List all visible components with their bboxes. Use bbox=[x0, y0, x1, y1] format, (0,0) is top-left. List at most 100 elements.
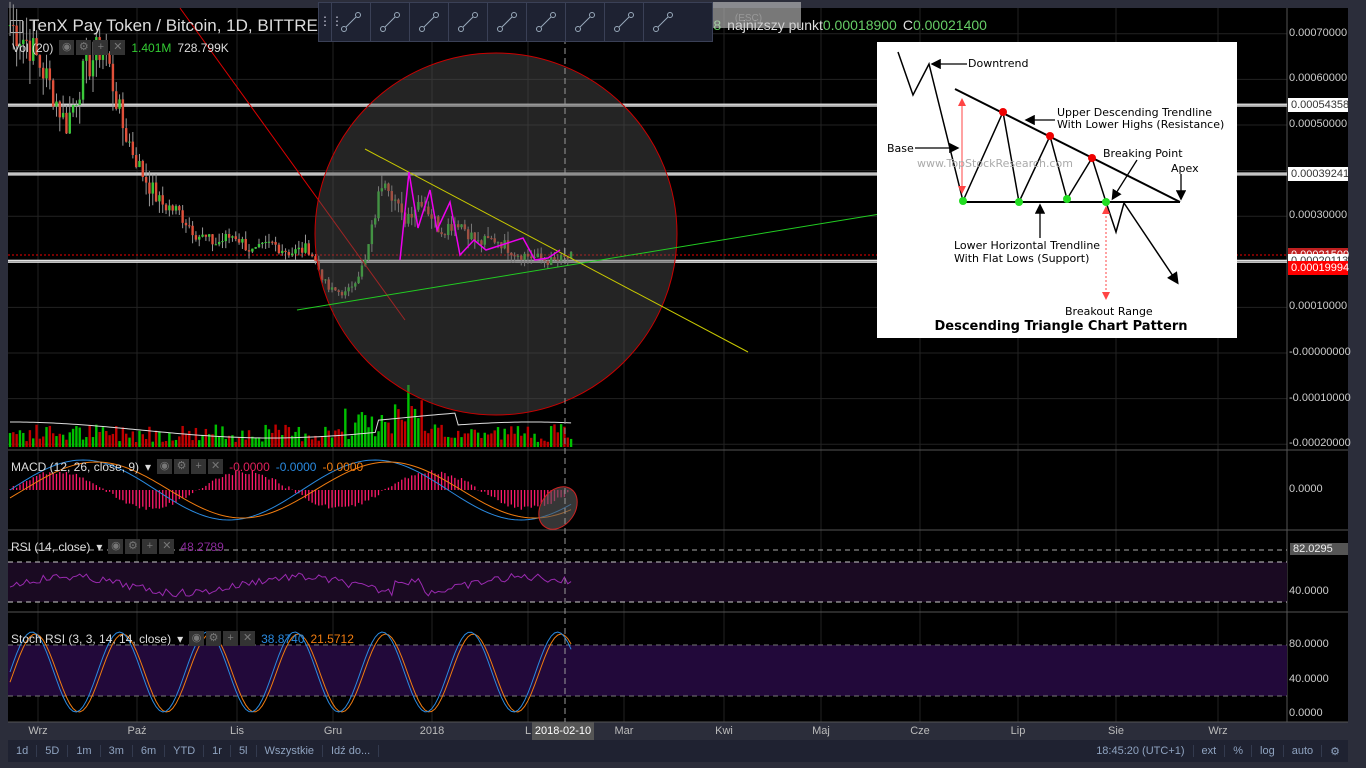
volume-bar bbox=[181, 425, 184, 447]
scale-option-button[interactable]: auto bbox=[1284, 745, 1323, 757]
gear-icon[interactable]: ⚙ bbox=[125, 539, 141, 554]
volume-bar bbox=[61, 434, 65, 447]
plus-icon[interactable]: + bbox=[191, 459, 207, 474]
chevron-down-icon[interactable]: ▾ bbox=[177, 632, 183, 646]
volume-bar bbox=[118, 441, 121, 447]
volume-bar bbox=[536, 441, 540, 447]
volume-bar bbox=[533, 433, 536, 447]
volume-bar bbox=[503, 428, 506, 447]
close-icon[interactable]: ✕ bbox=[208, 459, 224, 474]
volume-bar bbox=[58, 433, 61, 447]
volume-bar bbox=[300, 441, 304, 447]
volume-bar bbox=[294, 431, 297, 447]
scrollbar bbox=[1348, 0, 1366, 768]
drag-handle-icon[interactable]: ⋮⋮ bbox=[319, 3, 343, 41]
elliott-12345-icon[interactable] bbox=[487, 3, 526, 41]
range-button[interactable]: 3m bbox=[101, 745, 133, 757]
range-button[interactable]: 1d bbox=[8, 745, 38, 757]
time-axis-label: Lip bbox=[1010, 725, 1026, 737]
chevron-down-icon[interactable]: ▾ bbox=[145, 460, 151, 474]
label-breaking: Breaking Point bbox=[1103, 147, 1183, 160]
time-axis-label: Paź bbox=[127, 725, 147, 737]
label-lower-1: Lower Horizontal Trendline bbox=[954, 239, 1100, 252]
range-button[interactable]: 5D bbox=[37, 745, 69, 757]
candle-up bbox=[221, 241, 224, 243]
stoch-d-value: 21.5712 bbox=[310, 631, 354, 646]
pattern-icon[interactable] bbox=[370, 3, 409, 41]
volume-bar bbox=[121, 427, 125, 447]
volume-bar bbox=[65, 439, 68, 447]
range-button[interactable]: YTD bbox=[165, 745, 205, 757]
symbol-title[interactable]: TenX Pay Token / Bitcoin, 1D, BITTREX bbox=[10, 16, 329, 36]
candle-up bbox=[281, 250, 284, 254]
settings-gear-icon[interactable]: ⚙ bbox=[1322, 745, 1348, 758]
macd-hist-value: -0.0000 bbox=[229, 459, 270, 474]
price-axis-label: 0.00030000 bbox=[1289, 209, 1348, 222]
candle-down bbox=[284, 250, 287, 253]
plus-icon[interactable]: + bbox=[223, 631, 239, 646]
volume-bar bbox=[144, 438, 148, 447]
range-button[interactable]: Wszystkie bbox=[257, 745, 323, 757]
eye-icon[interactable]: ◉ bbox=[59, 40, 75, 55]
volume-bar bbox=[430, 428, 433, 447]
macd-label[interactable]: MACD (12, 26, close, 9) bbox=[11, 460, 139, 474]
volume-bar bbox=[85, 437, 88, 447]
volume-bar bbox=[320, 436, 324, 447]
volume-bar bbox=[194, 427, 198, 447]
volume-bar bbox=[334, 430, 337, 447]
volume-bar bbox=[370, 416, 374, 447]
volume-bar bbox=[188, 430, 191, 447]
gear-icon[interactable]: ⚙ bbox=[206, 631, 222, 646]
scale-option-button[interactable]: ext bbox=[1194, 745, 1226, 757]
eye-icon[interactable]: ◉ bbox=[189, 631, 205, 646]
horizontal-line-icon[interactable] bbox=[448, 3, 487, 41]
candle-down bbox=[164, 204, 168, 211]
label-lower-2: With Flat Lows (Support) bbox=[954, 252, 1089, 265]
scale-option-button[interactable]: % bbox=[1225, 745, 1253, 757]
range-button[interactable]: 1r bbox=[204, 745, 231, 757]
volume-label[interactable]: Vol (20) bbox=[12, 41, 53, 55]
volume-bar bbox=[254, 437, 257, 447]
callout-icon[interactable] bbox=[565, 3, 604, 41]
close-icon[interactable]: ✕ bbox=[110, 40, 126, 55]
candle-up bbox=[128, 141, 131, 143]
scale-option-button[interactable]: log bbox=[1252, 745, 1284, 757]
range-button[interactable]: 5l bbox=[231, 745, 257, 757]
range-button[interactable]: 1m bbox=[68, 745, 101, 757]
stoch-axis-label: 0.0000 bbox=[1289, 707, 1323, 719]
fib-icon[interactable] bbox=[409, 3, 448, 41]
volume-bar bbox=[234, 441, 237, 447]
candle-down bbox=[115, 91, 118, 109]
eye-icon[interactable]: ◉ bbox=[157, 459, 173, 474]
plus-icon[interactable]: + bbox=[93, 40, 109, 55]
volume-bar bbox=[420, 400, 423, 447]
volume-bar bbox=[486, 434, 490, 447]
parallel-channel-icon[interactable] bbox=[643, 3, 682, 41]
plus-icon[interactable]: + bbox=[142, 539, 158, 554]
volume-bar bbox=[314, 435, 317, 447]
candle-down bbox=[171, 205, 174, 211]
time-axis-label: Maj bbox=[812, 725, 830, 737]
stoch-label[interactable]: Stoch RSI (3, 3, 14, 14, close) bbox=[11, 632, 171, 646]
gear-icon[interactable]: ⚙ bbox=[174, 459, 190, 474]
close-icon[interactable]: ✕ bbox=[159, 539, 175, 554]
volume-bar bbox=[81, 439, 85, 447]
range-button[interactable]: 6m bbox=[133, 745, 166, 757]
line-icon[interactable] bbox=[604, 3, 643, 41]
candle-up bbox=[151, 182, 154, 194]
candle-up bbox=[55, 101, 58, 107]
eye-icon[interactable]: ◉ bbox=[108, 539, 124, 554]
close-icon[interactable]: ✕ bbox=[240, 631, 256, 646]
chevron-down-icon[interactable]: ▾ bbox=[96, 540, 102, 554]
candle-down bbox=[131, 141, 135, 156]
price-axis-label: 0.00010000 bbox=[1289, 300, 1348, 313]
trend-line-icon[interactable] bbox=[331, 3, 370, 41]
range-button[interactable]: Idź do... bbox=[323, 745, 380, 757]
volume-bar bbox=[546, 441, 550, 447]
abcd-icon[interactable] bbox=[526, 3, 565, 41]
volume-bar bbox=[566, 437, 569, 447]
gear-icon[interactable]: ⚙ bbox=[76, 40, 92, 55]
candle-up bbox=[61, 112, 65, 118]
candle-down bbox=[234, 236, 237, 240]
rsi-label[interactable]: RSI (14, close) bbox=[11, 540, 90, 554]
